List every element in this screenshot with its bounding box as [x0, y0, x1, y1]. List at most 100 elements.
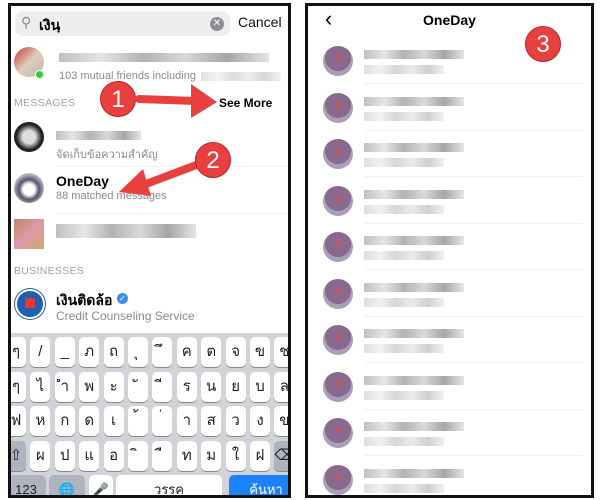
- key[interactable]: ้: [128, 406, 148, 436]
- key[interactable]: ๆ: [11, 337, 26, 367]
- blurred-sender: [364, 236, 464, 245]
- blurred-snippet: [364, 65, 444, 74]
- avatar: [323, 139, 353, 169]
- key[interactable]: ำ: [54, 371, 75, 402]
- key[interactable]: ข: [250, 337, 270, 367]
- conversation-matches-screen: ‹ OneDay 3: [305, 3, 594, 498]
- screen-title: OneDay: [423, 12, 476, 28]
- key[interactable]: ม: [201, 440, 222, 471]
- key[interactable]: ห: [30, 406, 51, 436]
- avatar: [323, 325, 353, 355]
- blurred-snippet: [364, 204, 444, 214]
- key[interactable]: ส: [201, 406, 222, 436]
- key[interactable]: ะ: [103, 371, 124, 402]
- blurred-snippet: [364, 390, 444, 400]
- step-3-badge: 3: [525, 26, 561, 62]
- avatar: [323, 92, 353, 123]
- blurred-sender: [364, 189, 464, 199]
- matched-message-row[interactable]: [308, 317, 591, 363]
- key[interactable]: ๆ: [11, 371, 26, 402]
- key[interactable]: ง: [250, 406, 270, 436]
- avatar: [323, 232, 353, 262]
- key[interactable]: ฝ: [250, 440, 270, 471]
- key[interactable]: ย: [225, 371, 246, 402]
- numbers-key[interactable]: 123: [11, 475, 46, 495]
- delete-key[interactable]: ⌫: [274, 440, 288, 471]
- avatar: [323, 185, 353, 216]
- matched-message-row[interactable]: [308, 364, 591, 410]
- blurred-snippet: [364, 344, 444, 353]
- key[interactable]: ภ: [79, 337, 100, 367]
- key[interactable]: จ: [225, 337, 246, 367]
- key[interactable]: _: [54, 337, 75, 367]
- avatar: [323, 464, 353, 495]
- key[interactable]: ่: [152, 406, 173, 436]
- key[interactable]: ี: [152, 371, 173, 402]
- blurred-snippet: [364, 483, 444, 493]
- shift-key[interactable]: ⇧: [11, 440, 26, 471]
- blurred-snippet: [364, 297, 444, 307]
- blurred-sender: [364, 282, 464, 292]
- key[interactable]: ใ: [225, 440, 246, 471]
- avatar: [323, 46, 353, 76]
- key[interactable]: อ: [103, 440, 124, 471]
- search-screen: ⚲ เงินฺ ✕ Cancel 103 mutual friends incl…: [8, 3, 291, 498]
- key[interactable]: ฟ: [11, 406, 26, 436]
- thai-keyboard: ๆ/_ภถุึคตจขชๆไำพะัีรนยบลฟหกดเ้่าสวงข⇧ผปแ…: [11, 333, 288, 495]
- blurred-snippet: [364, 437, 444, 446]
- key[interactable]: ต: [201, 337, 222, 367]
- key[interactable]: ก: [54, 406, 75, 436]
- avatar: [323, 371, 353, 402]
- key[interactable]: ว: [225, 406, 246, 436]
- key[interactable]: ท: [176, 440, 197, 471]
- key[interactable]: พ: [79, 371, 100, 402]
- key[interactable]: น: [201, 371, 222, 402]
- microphone-icon[interactable]: 🎤: [89, 475, 113, 495]
- key[interactable]: ิ: [128, 440, 148, 471]
- space-key[interactable]: วรรค: [116, 475, 222, 495]
- key[interactable]: ั: [128, 371, 148, 402]
- blurred-sender: [364, 375, 464, 385]
- matched-message-row[interactable]: [308, 410, 591, 456]
- annotation-arrows: [119, 84, 217, 196]
- blurred-sender: [364, 96, 464, 106]
- key[interactable]: า: [176, 406, 197, 436]
- matched-message-row[interactable]: [308, 131, 591, 177]
- globe-icon[interactable]: 🌐: [49, 475, 85, 495]
- key[interactable]: ค: [176, 337, 197, 367]
- key[interactable]: ื: [152, 440, 173, 471]
- avatar: [323, 278, 353, 309]
- blurred-snippet: [364, 111, 444, 121]
- blurred-sender: [364, 329, 464, 338]
- key[interactable]: ป: [54, 440, 75, 471]
- key[interactable]: ึ: [152, 337, 173, 367]
- arrow-to-see-more: [135, 84, 217, 118]
- matched-message-row[interactable]: [308, 178, 591, 224]
- blurred-sender: [364, 422, 464, 431]
- key[interactable]: ด: [79, 406, 100, 436]
- matched-message-row[interactable]: [308, 85, 591, 131]
- key[interactable]: ร: [176, 371, 197, 402]
- blurred-sender: [364, 50, 464, 59]
- blurred-snippet: [364, 251, 444, 260]
- key[interactable]: แ: [79, 440, 100, 471]
- matched-message-row[interactable]: [308, 271, 591, 317]
- blurred-sender: [364, 143, 464, 152]
- arrow-to-oneday: [119, 160, 203, 196]
- search-key[interactable]: ค้นหา: [229, 475, 288, 495]
- blurred-sender: [364, 468, 464, 478]
- matched-message-row[interactable]: [308, 224, 591, 270]
- key[interactable]: ข: [274, 406, 288, 436]
- avatar: [323, 418, 353, 448]
- key[interactable]: ผ: [30, 440, 51, 471]
- matched-message-row[interactable]: [308, 457, 591, 496]
- key[interactable]: เ: [103, 406, 124, 436]
- key[interactable]: ล: [274, 371, 288, 402]
- key[interactable]: ไ: [30, 371, 51, 402]
- key[interactable]: /: [30, 337, 51, 367]
- key[interactable]: ช: [274, 337, 288, 367]
- key[interactable]: ุ: [128, 337, 148, 367]
- key[interactable]: ถ: [103, 337, 124, 367]
- key[interactable]: บ: [250, 371, 270, 402]
- step-2-badge: 2: [195, 142, 231, 178]
